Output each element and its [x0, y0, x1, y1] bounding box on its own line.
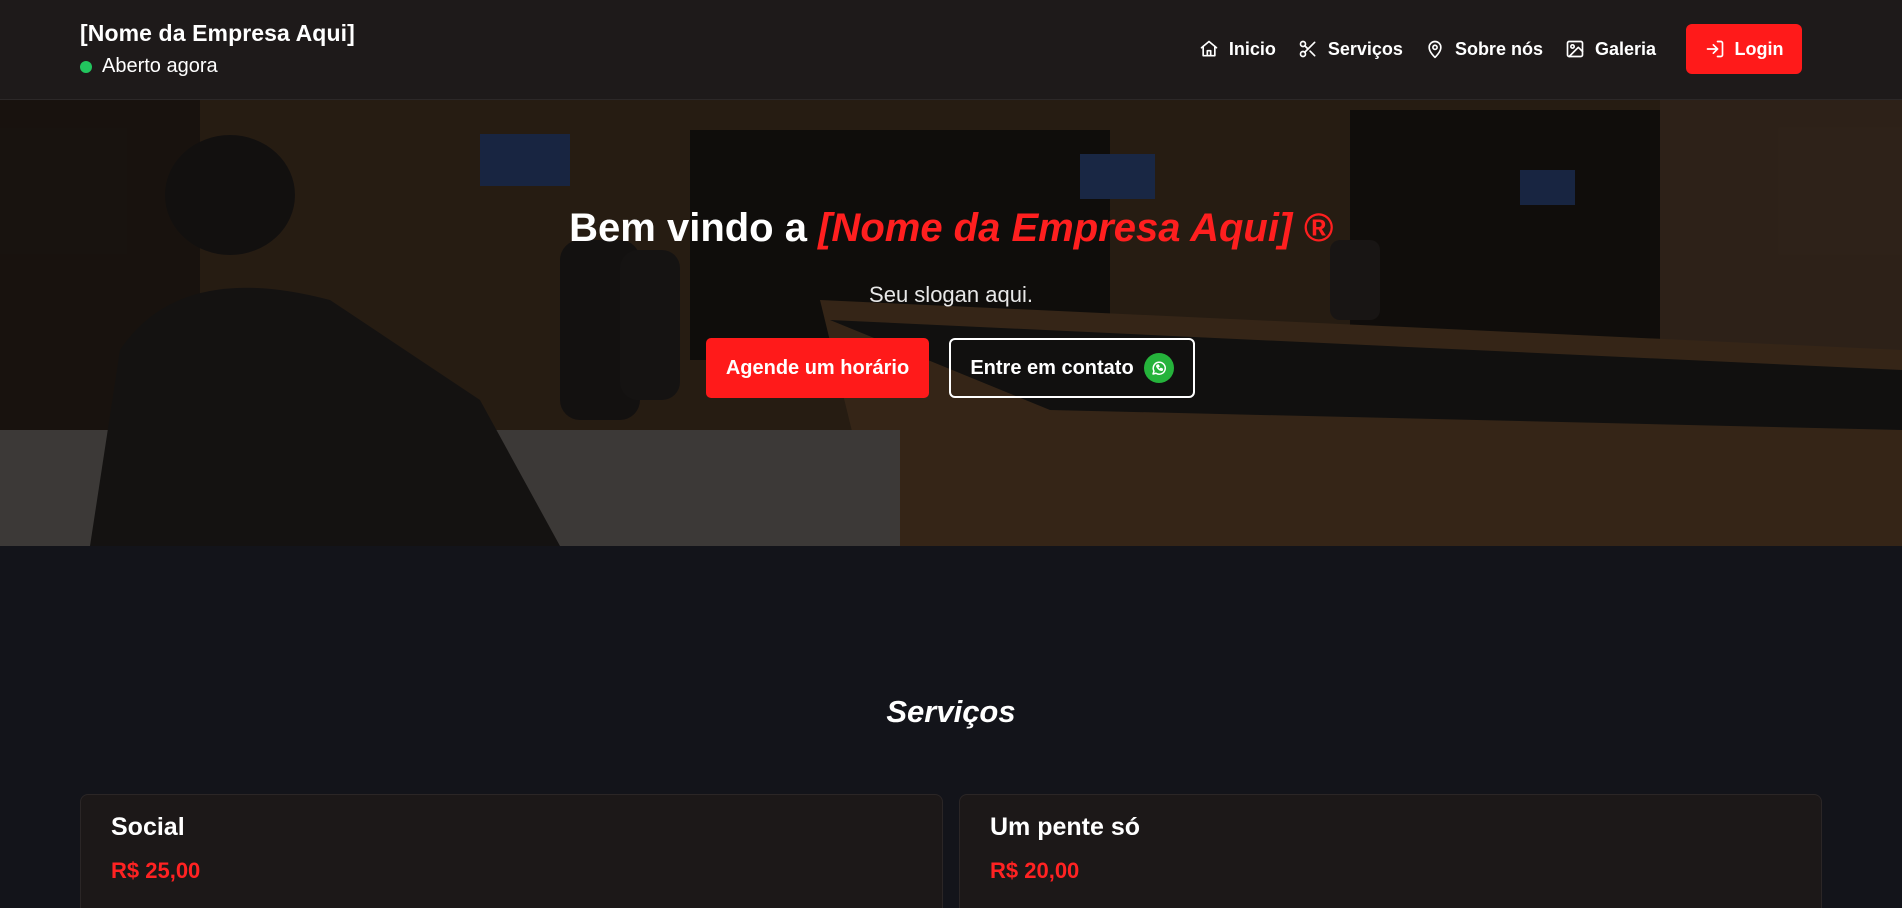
hero-section: Bem vindo a [Nome da Empresa Aqui] ® Seu… [0, 100, 1902, 546]
login-label: Login [1734, 38, 1784, 59]
login-icon [1706, 40, 1723, 58]
hero-title-prefix: Bem vindo a [569, 206, 807, 250]
service-price: R$ 20,00 [990, 858, 1080, 883]
hero-title-brand: [Nome da Empresa Aqui] ® [818, 206, 1333, 250]
home-icon [1200, 40, 1218, 57]
schedule-button-label: Agende um horário [725, 356, 910, 379]
hero-slogan: Seu slogan aqui. [869, 282, 1033, 307]
services-title: Serviços [886, 694, 1016, 729]
status-dot-icon [80, 60, 92, 73]
map-pin-icon [1428, 40, 1442, 59]
nav-item-label: Serviços [1327, 38, 1403, 59]
service-name: Um pente só [990, 813, 1141, 841]
hero-overlay [0, 100, 1902, 546]
nav-item-label: Inicio [1228, 38, 1276, 59]
whatsapp-icon [1143, 353, 1174, 383]
brand-name[interactable]: [Nome da Empresa Aqui] [80, 20, 355, 47]
open-status-label: Aberto agora [102, 55, 218, 77]
brand: [Nome da Empresa Aqui] Aberto agora [80, 20, 355, 78]
service-card[interactable]: Social R$ 25,00 [80, 794, 943, 908]
contact-button[interactable]: Entre em contato [949, 338, 1195, 398]
hero-title: Bem vindo a [Nome da Empresa Aqui] ® [0, 206, 1902, 251]
hero-actions: Agende um horário Entre em contato [706, 338, 1195, 398]
scissors-icon [1299, 40, 1316, 58]
service-card[interactable]: Um pente só R$ 20,00 [959, 794, 1822, 908]
site-header: [Nome da Empresa Aqui] Aberto agora Inic… [0, 0, 1902, 100]
nav-item-sobre-nos[interactable]: Sobre nós [1425, 39, 1543, 60]
service-name: Social [111, 813, 185, 841]
main-nav: Inicio Serviços Sobre nós Galeria Login [1199, 24, 1802, 74]
open-status: Aberto agora [80, 55, 355, 78]
nav-item-servicos[interactable]: Serviços [1298, 39, 1403, 60]
nav-item-label: Galeria [1594, 38, 1656, 59]
nav-item-galeria[interactable]: Galeria [1565, 39, 1656, 60]
services-list: Social R$ 25,00 Um pente só R$ 20,00 [80, 794, 1822, 908]
login-button[interactable]: Login [1686, 24, 1802, 74]
nav-item-inicio[interactable]: Inicio [1199, 39, 1276, 60]
image-icon [1566, 40, 1584, 58]
service-price: R$ 25,00 [111, 858, 201, 883]
schedule-button[interactable]: Agende um horário [706, 338, 929, 398]
nav-item-label: Sobre nós [1454, 38, 1543, 59]
contact-button-label: Entre em contato [970, 356, 1134, 379]
